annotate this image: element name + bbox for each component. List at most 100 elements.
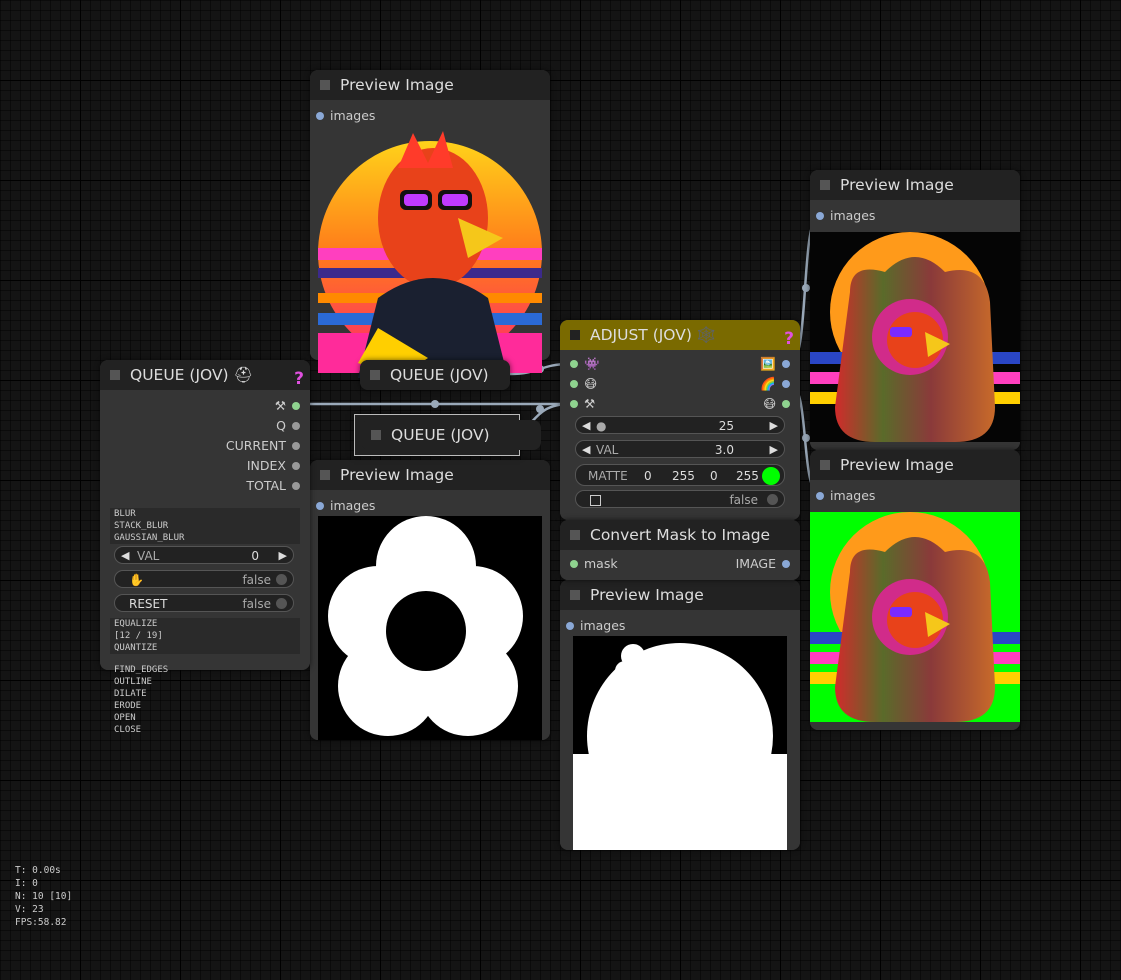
- output-slot-any[interactable]: ⚒: [275, 398, 300, 413]
- output-slot-image[interactable]: 🖼️: [760, 356, 790, 372]
- decrement-arrow-icon[interactable]: ◀: [121, 547, 129, 565]
- images-input-slot[interactable]: images: [566, 618, 626, 633]
- reset-label: RESET: [129, 597, 168, 611]
- hammer-icon: ⚒: [584, 396, 596, 411]
- queue-item: GAUSSIAN_BLUR: [114, 533, 185, 543]
- queue-node[interactable]: QUEUE (JOV) ⛑? ⚒ Q CURRENT INDEX TOTAL B…: [100, 360, 310, 670]
- queue-item: ERODE: [114, 701, 142, 711]
- stat-visible: V: 23: [15, 904, 44, 915]
- node-title[interactable]: ADJUST (JOV) 🕸️?: [560, 320, 800, 350]
- collapse-toggle[interactable]: [110, 370, 120, 380]
- mask-input-slot[interactable]: mask: [570, 556, 618, 571]
- node-title-label: Preview Image: [340, 466, 454, 484]
- node-title[interactable]: QUEUE (JOV) ⛑?: [100, 360, 310, 390]
- input-slot-pixel[interactable]: 👾: [570, 356, 600, 372]
- matte-g[interactable]: 255: [672, 465, 695, 487]
- node-title[interactable]: QUEUE (JOV): [361, 420, 541, 450]
- increment-arrow-icon[interactable]: ▶: [279, 547, 287, 565]
- output-slot-current[interactable]: CURRENT: [226, 438, 300, 453]
- matte-b[interactable]: 0: [710, 465, 718, 487]
- output-slot-total[interactable]: TOTAL: [246, 478, 300, 493]
- input-slot-mask[interactable]: 😷: [570, 376, 597, 391]
- render-stats: T: 0.00s I: 0 N: 10 [10] V: 23 FPS:58.82: [15, 864, 72, 929]
- matte-color[interactable]: MATTE 0 255 0 255: [575, 464, 785, 486]
- reset-toggle[interactable]: RESET false: [114, 594, 294, 612]
- queue-list[interactable]: BLUR STACK_BLUR GAUSSIAN_BLUR: [110, 508, 300, 544]
- image-output-slot[interactable]: IMAGE: [735, 556, 790, 571]
- increment-arrow-icon[interactable]: ▶: [770, 441, 778, 459]
- output-slot-mask[interactable]: 😷: [762, 396, 790, 411]
- output-slot-q[interactable]: Q: [276, 418, 300, 433]
- toggle-knob: [767, 494, 778, 505]
- collapse-toggle[interactable]: [820, 180, 830, 190]
- node-title[interactable]: Preview Image: [810, 450, 1020, 480]
- output-slot-index[interactable]: INDEX: [246, 458, 300, 473]
- output-slot-rgb[interactable]: 🌈: [760, 376, 790, 392]
- hand-toggle[interactable]: ✋ false: [114, 570, 294, 588]
- preview-image-node-mid[interactable]: Preview Image images: [310, 460, 550, 740]
- queue-list-overflow: FIND_EDGES OUTLINE DILATE ERODE OPEN CLO…: [114, 664, 168, 736]
- images-input-slot[interactable]: images: [816, 488, 875, 503]
- node-title-label: Preview Image: [840, 456, 954, 474]
- val-slider[interactable]: ◀ VAL 3.0 ▶: [575, 440, 785, 458]
- matte-a[interactable]: 255: [736, 465, 759, 487]
- slot-label: INDEX: [246, 458, 286, 473]
- matte-swatch[interactable]: [762, 467, 780, 485]
- queue-node-collapsed-2[interactable]: QUEUE (JOV): [354, 414, 541, 456]
- collapse-toggle[interactable]: [570, 590, 580, 600]
- preview-image-rooster: [318, 128, 542, 378]
- node-title-label: QUEUE (JOV): [391, 426, 490, 444]
- node-title[interactable]: Preview Image: [310, 70, 550, 100]
- preview-image-node-top[interactable]: Preview Image images: [310, 70, 550, 378]
- matte-label: MATTE: [588, 469, 628, 483]
- slot-label: images: [580, 618, 626, 633]
- queue-node-collapsed-1[interactable]: QUEUE (JOV): [360, 360, 510, 390]
- queue-item: BLUR: [114, 509, 136, 519]
- invert-toggle[interactable]: false: [575, 490, 785, 508]
- preview-image-node-right-bottom[interactable]: Preview Image images: [810, 450, 1020, 730]
- wire-node: [536, 405, 544, 413]
- decrement-arrow-icon[interactable]: ◀: [582, 417, 590, 435]
- collapse-toggle[interactable]: [570, 530, 580, 540]
- stat-fps: FPS:58.82: [15, 917, 67, 928]
- collapse-toggle[interactable]: [320, 80, 330, 90]
- val-value: 0: [251, 549, 259, 563]
- decrement-arrow-icon[interactable]: ◀: [582, 441, 590, 459]
- node-title[interactable]: Preview Image: [310, 460, 550, 490]
- collapse-toggle[interactable]: [320, 470, 330, 480]
- preview-image-node-right-top[interactable]: Preview Image images: [810, 170, 1020, 450]
- node-title[interactable]: Preview Image: [810, 170, 1020, 200]
- node-title-label: Preview Image: [340, 76, 454, 94]
- collapse-toggle[interactable]: [371, 430, 381, 440]
- input-slot-function[interactable]: ⚒: [570, 396, 596, 411]
- convert-mask-node[interactable]: Convert Mask to Image mask IMAGE: [560, 520, 800, 580]
- slot-label: images: [330, 498, 376, 513]
- node-title-label: Convert Mask to Image: [590, 526, 771, 544]
- preview-image-node-bottom[interactable]: Preview Image images: [560, 580, 800, 850]
- val-value: 3.0: [714, 443, 734, 457]
- rainbow-icon: 🌈: [760, 376, 776, 391]
- matte-r[interactable]: 0: [644, 465, 652, 487]
- queue-list-lower[interactable]: EQUALIZE [12 / 19] QUANTIZE: [110, 618, 300, 654]
- node-title[interactable]: QUEUE (JOV): [360, 360, 510, 390]
- val-label: VAL: [137, 549, 160, 563]
- mask-face-icon: 😷: [762, 396, 776, 411]
- images-input-slot[interactable]: images: [816, 208, 876, 223]
- node-title-label: ADJUST (JOV) 🕸️: [590, 326, 717, 344]
- radius-slider[interactable]: ◀ ● 25 ▶: [575, 416, 785, 434]
- node-title-label: QUEUE (JOV) ⛑: [130, 366, 254, 384]
- adjust-node[interactable]: ADJUST (JOV) 🕸️? 👾 😷 ⚒ 🖼️ 🌈 😷 ◀ ● 25 ▶ ◀…: [560, 320, 800, 520]
- node-title-label: Preview Image: [590, 586, 704, 604]
- node-title[interactable]: Convert Mask to Image: [560, 520, 800, 550]
- preview-image-flower-mask: [318, 516, 542, 740]
- images-input-slot[interactable]: images: [316, 108, 375, 123]
- node-title[interactable]: Preview Image: [560, 580, 800, 610]
- slot-label: IMAGE: [735, 556, 776, 571]
- increment-arrow-icon[interactable]: ▶: [770, 417, 778, 435]
- collapse-toggle[interactable]: [570, 330, 580, 340]
- slot-label: images: [830, 208, 876, 223]
- val-slider[interactable]: ◀ VAL 0 ▶: [114, 546, 294, 564]
- images-input-slot[interactable]: images: [316, 498, 376, 513]
- collapse-toggle[interactable]: [820, 460, 830, 470]
- collapse-toggle[interactable]: [370, 370, 380, 380]
